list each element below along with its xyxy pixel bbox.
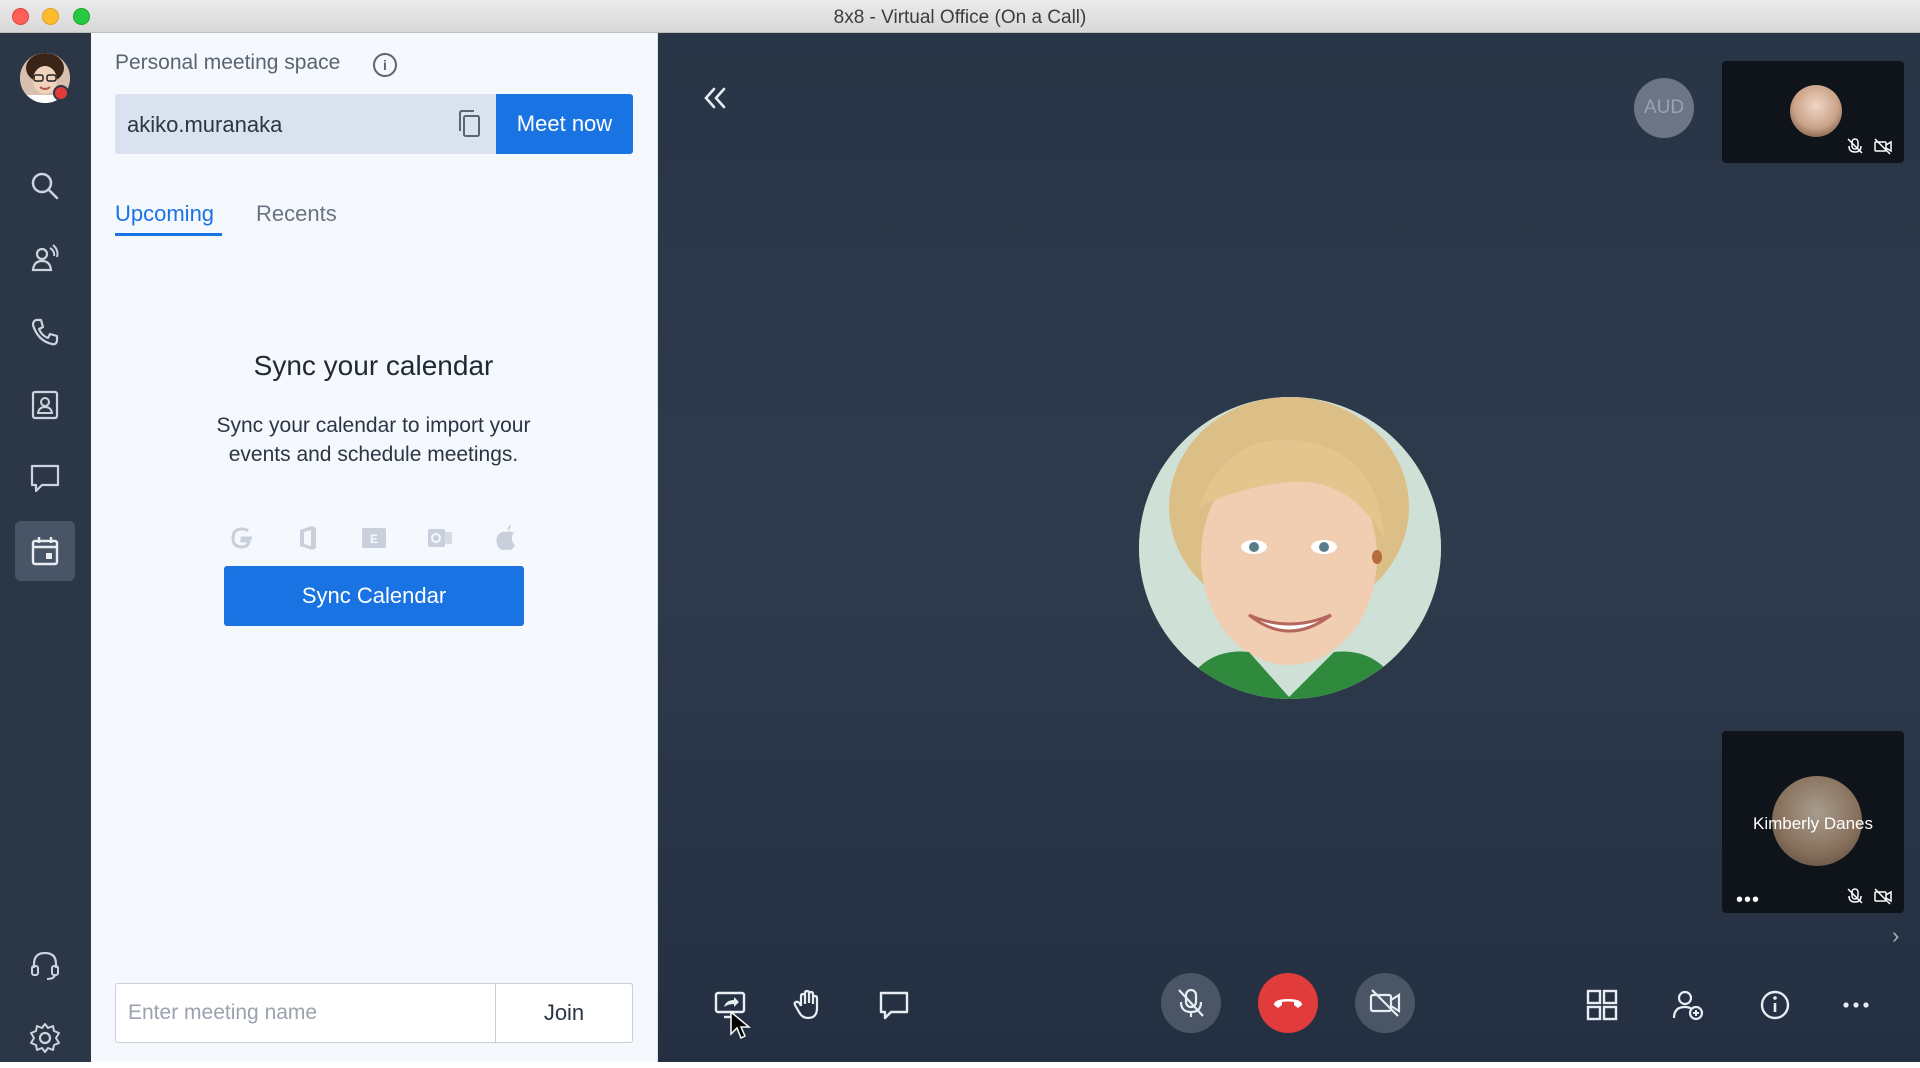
chat-button[interactable]: [872, 983, 916, 1027]
hang-up-icon: [1274, 999, 1302, 1008]
meeting-info-button[interactable]: [1753, 983, 1797, 1027]
sync-desc-line-2: events and schedule meetings.: [228, 443, 519, 466]
self-avatar: [1790, 85, 1842, 137]
tile-status-icons: [1846, 137, 1892, 155]
tile-status-icons: [1846, 887, 1892, 905]
collapse-panel-icon[interactable]: [698, 83, 732, 113]
nav-phone[interactable]: [15, 302, 75, 362]
video-off-icon: [1874, 888, 1892, 905]
add-participant-button[interactable]: [1666, 983, 1710, 1027]
more-options-button[interactable]: [1834, 983, 1878, 1027]
sync-calendar-button[interactable]: Sync Calendar: [224, 566, 524, 626]
join-button[interactable]: Join: [495, 983, 633, 1043]
team-icon: [31, 244, 59, 272]
headset-icon: [31, 951, 59, 980]
mic-off-icon: [1847, 138, 1863, 154]
add-participant-icon: [1672, 990, 1704, 1021]
exchange-icon: E: [361, 528, 386, 548]
copy-icon[interactable]: [455, 108, 485, 140]
nav-messages[interactable]: [15, 448, 75, 508]
call-view: AUD Kimberly Danes ••• ›: [658, 33, 1920, 1062]
active-speaker-avatar: [1139, 397, 1441, 699]
sync-calendar-title: Sync your calendar: [253, 350, 494, 381]
contact-card-icon: [31, 390, 59, 420]
meetings-panel: Personal meeting space i akiko.muranaka …: [91, 33, 658, 1062]
chat-icon: [30, 464, 60, 493]
mute-button[interactable]: [1161, 973, 1221, 1033]
participant-name: Kimberly Danes: [1753, 814, 1873, 833]
sync-calendar-description: Sync your calendar to import your events…: [91, 411, 656, 469]
meet-now-button[interactable]: Meet now: [496, 94, 633, 154]
grid-view-icon: [1586, 989, 1618, 1021]
calendar-providers: E: [91, 523, 656, 553]
gear-icon: [30, 1023, 60, 1053]
google-icon: [230, 527, 252, 549]
chat-icon: [879, 991, 909, 1020]
more-icon[interactable]: •••: [1736, 890, 1760, 910]
participant-video-tile[interactable]: Kimberly Danes •••: [1722, 731, 1904, 913]
more-icon: [1843, 1002, 1869, 1008]
apple-icon: [495, 525, 515, 551]
nav-support[interactable]: [15, 935, 75, 995]
meeting-name-input[interactable]: [115, 983, 496, 1043]
nav-contacts-team[interactable]: [15, 229, 75, 289]
personal-meeting-id: akiko.muranaka: [127, 112, 283, 137]
outlook-icon: [427, 529, 452, 547]
mic-off-icon: [1847, 888, 1863, 904]
svg-text:E: E: [369, 532, 377, 546]
grid-view-button[interactable]: [1580, 983, 1624, 1027]
office-icon: [299, 526, 316, 550]
window-titlebar: 8x8 - Virtual Office (On a Call): [0, 0, 1920, 33]
video-off-icon: [1369, 989, 1401, 1017]
chevron-right-icon[interactable]: ›: [1892, 923, 1899, 949]
audio-participant-avatar[interactable]: AUD: [1634, 78, 1694, 138]
personal-meeting-space-label: Personal meeting space: [115, 51, 341, 74]
video-off-icon: [1874, 138, 1892, 155]
info-icon: [1760, 990, 1790, 1020]
tab-upcoming[interactable]: Upcoming: [115, 201, 214, 227]
phone-icon: [31, 318, 59, 346]
calendar-icon: [31, 537, 59, 566]
mic-off-icon: [1178, 988, 1204, 1017]
tab-recents[interactable]: Recents: [256, 201, 337, 227]
raise-hand-button[interactable]: [786, 983, 830, 1027]
on-call-badge: [53, 85, 69, 101]
nav-search[interactable]: [15, 156, 75, 216]
info-icon[interactable]: i: [373, 53, 397, 77]
search-icon: [31, 172, 59, 200]
raise-hand-icon: [793, 989, 819, 1020]
window-title: 8x8 - Virtual Office (On a Call): [833, 7, 1087, 28]
nav-directory[interactable]: [15, 375, 75, 435]
mouse-cursor-icon: [730, 1010, 751, 1040]
hang-up-button[interactable]: [1258, 973, 1318, 1033]
nav-settings[interactable]: [15, 1008, 75, 1068]
nav-rail: [0, 33, 91, 1062]
video-toggle-button[interactable]: [1355, 973, 1415, 1033]
personal-meeting-id-field: akiko.muranaka: [115, 94, 497, 154]
self-video-tile[interactable]: [1722, 61, 1904, 163]
sync-desc-line-1: Sync your calendar to import your: [216, 414, 531, 437]
nav-meetings[interactable]: [15, 521, 75, 581]
active-tab-indicator: [115, 233, 222, 236]
